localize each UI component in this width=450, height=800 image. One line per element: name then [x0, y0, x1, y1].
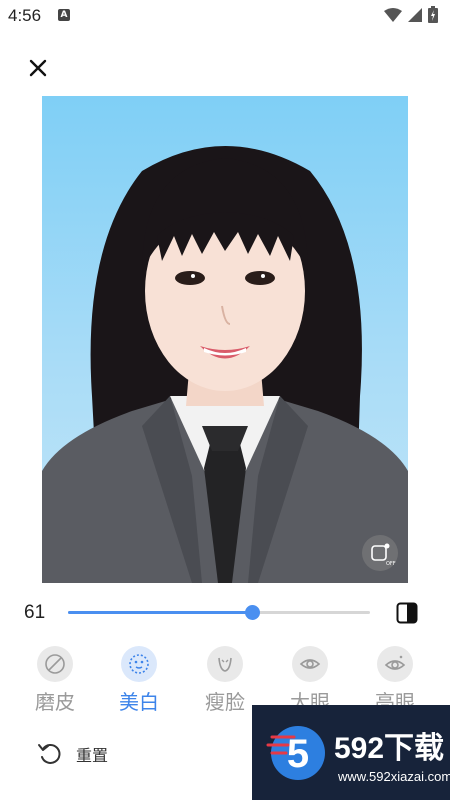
- compare-toggle-icon: OFF: [371, 543, 396, 567]
- split-view-icon: [396, 602, 418, 624]
- tool-smooth-skin[interactable]: 磨皮: [20, 646, 90, 715]
- status-bar: 4:56 A: [0, 0, 450, 32]
- watermark-brand: 592下载: [334, 732, 445, 765]
- photo-preview: OFF: [42, 96, 408, 583]
- slim-face-icon: [207, 646, 243, 682]
- status-time: 4:56: [8, 6, 42, 25]
- watermark-logo: 5: [266, 726, 325, 780]
- close-icon: [29, 59, 47, 77]
- big-eye-icon: [292, 646, 328, 682]
- watermark-url: www.592xiazai.com: [338, 769, 450, 784]
- split-view-button[interactable]: [396, 602, 418, 624]
- compare-off-label: OFF: [386, 561, 396, 567]
- tool-slim-face[interactable]: 瘦脸: [190, 646, 260, 715]
- close-button[interactable]: [22, 52, 54, 84]
- undo-icon: [38, 744, 61, 764]
- reset-label: 重置: [76, 746, 109, 765]
- slider-thumb[interactable]: [245, 605, 261, 620]
- tool-label: 瘦脸: [205, 690, 245, 714]
- compare-toggle-button[interactable]: OFF: [362, 535, 398, 571]
- tool-label: 磨皮: [35, 690, 75, 714]
- battery-charging-icon: [428, 6, 438, 23]
- site-watermark: 5 592下载 www.592xiazai.com: [252, 705, 450, 800]
- wifi-icon: [384, 7, 402, 22]
- slider-fill: [68, 611, 253, 614]
- whiten-icon: [121, 646, 157, 682]
- portrait-image: [42, 146, 408, 583]
- status-icons: [384, 6, 438, 23]
- intensity-slider[interactable]: [68, 605, 370, 620]
- a-icon: A: [58, 9, 70, 21]
- slider-value: 61: [24, 602, 46, 623]
- smooth-skin-icon: [37, 646, 73, 682]
- tool-label: 美白: [119, 690, 159, 714]
- watermark-logo-glyph: 5: [287, 732, 309, 776]
- cell-signal-icon: [408, 7, 422, 22]
- tool-whiten[interactable]: 美白: [104, 646, 174, 715]
- bright-eye-icon: [377, 646, 413, 682]
- reset-button[interactable]: 重置: [36, 740, 108, 768]
